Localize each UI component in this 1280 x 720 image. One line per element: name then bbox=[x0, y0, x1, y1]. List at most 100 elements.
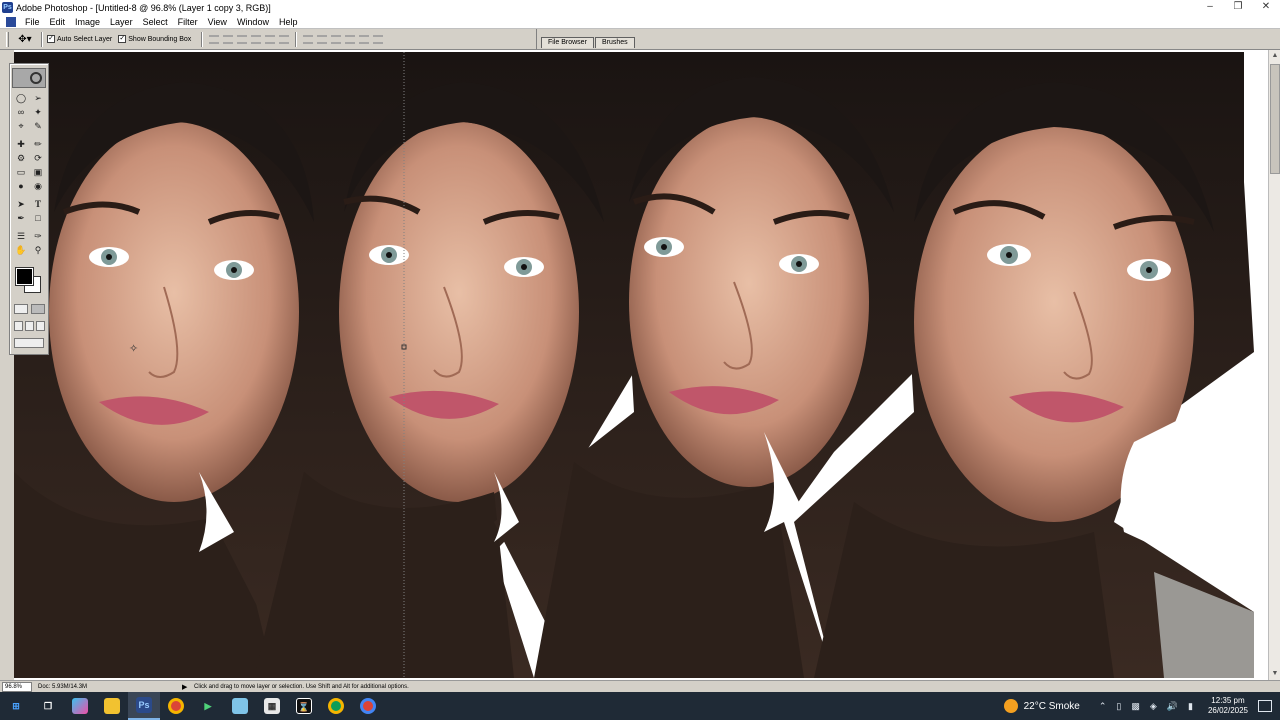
align-right-icon[interactable] bbox=[279, 34, 290, 44]
photoshop-taskbar-icon[interactable]: Ps bbox=[128, 692, 160, 720]
window-title: Adobe Photoshop - [Untitled-8 @ 96.8% (L… bbox=[16, 2, 271, 13]
hand-icon[interactable]: ✋ bbox=[14, 244, 28, 257]
menu-edit[interactable]: Edit bbox=[45, 17, 71, 27]
gradient-icon[interactable]: ▣ bbox=[31, 166, 45, 179]
distribute-right-icon[interactable] bbox=[373, 34, 384, 44]
weather-sun-icon bbox=[1003, 699, 1018, 713]
battery-level-icon[interactable]: ▮ bbox=[1188, 701, 1193, 712]
zoom-icon[interactable]: ⚲ bbox=[31, 244, 45, 257]
clone-stamp-icon[interactable]: ⚙ bbox=[14, 152, 28, 165]
pen-icon[interactable]: ✒ bbox=[14, 212, 28, 225]
chrome-icon[interactable] bbox=[160, 692, 192, 720]
align-bottom-icon[interactable] bbox=[237, 34, 248, 44]
move-tool-icon[interactable]: ✥▾ bbox=[13, 32, 37, 46]
standard-mode-icon[interactable] bbox=[14, 304, 28, 314]
network-icon[interactable]: ▩ bbox=[1131, 701, 1140, 712]
slice-icon[interactable]: ✎ bbox=[31, 120, 45, 133]
chrome-icon[interactable] bbox=[320, 692, 352, 720]
divider bbox=[201, 31, 204, 47]
screen-mode-full-icon[interactable] bbox=[36, 321, 45, 331]
menu-file[interactable]: File bbox=[20, 17, 45, 27]
menu-help[interactable]: Help bbox=[274, 17, 303, 27]
scroll-down-icon[interactable]: ▼ bbox=[1269, 668, 1280, 680]
align-hcenter-icon[interactable] bbox=[265, 34, 276, 44]
distribute-hcenter-icon[interactable] bbox=[359, 34, 370, 44]
capcut-icon[interactable]: ⌛ bbox=[288, 692, 320, 720]
calculator-icon[interactable]: ▦ bbox=[256, 692, 288, 720]
menu-image[interactable]: Image bbox=[70, 17, 105, 27]
type-icon[interactable]: T bbox=[31, 198, 45, 211]
distribute-vcenter-icon[interactable] bbox=[317, 34, 328, 44]
media-player-icon[interactable]: ▶ bbox=[192, 692, 224, 720]
notification-icon[interactable] bbox=[1258, 700, 1272, 712]
lasso-icon[interactable]: ∞ bbox=[14, 106, 28, 119]
photoshop-icon: Ps bbox=[2, 2, 13, 13]
status-menu-arrow-icon[interactable]: ▶ bbox=[182, 683, 190, 691]
eraser-icon[interactable]: ▭ bbox=[14, 166, 28, 179]
align-top-icon[interactable] bbox=[209, 34, 220, 44]
palette-well: File Browser Brushes bbox=[536, 29, 1280, 50]
distribute-top-icon[interactable] bbox=[303, 34, 314, 44]
portrait-photo-icon[interactable]: ✧ bbox=[14, 52, 1254, 678]
screen-mode-full-menu-icon[interactable] bbox=[25, 321, 34, 331]
distribute-left-icon[interactable] bbox=[345, 34, 356, 44]
menu-layer[interactable]: Layer bbox=[105, 17, 138, 27]
magic-wand-icon[interactable]: ✦ bbox=[31, 106, 45, 119]
zoom-level-field[interactable]: 96.8% bbox=[2, 681, 32, 692]
brush-icon[interactable]: ✏ bbox=[31, 138, 45, 151]
menu-select[interactable]: Select bbox=[138, 17, 173, 27]
screen-mode-standard-icon[interactable] bbox=[14, 321, 23, 331]
crop-icon[interactable]: ⌖ bbox=[14, 120, 28, 133]
show-bounding-box-checkbox[interactable]: ✓ Show Bounding Box bbox=[118, 35, 191, 43]
document-menu-icon[interactable] bbox=[6, 16, 16, 27]
chrome-icon[interactable] bbox=[352, 692, 384, 720]
task-view-icon[interactable]: ❐ bbox=[32, 692, 64, 720]
distribute-bottom-icon[interactable] bbox=[331, 34, 342, 44]
align-vcenter-icon[interactable] bbox=[223, 34, 234, 44]
menu-view[interactable]: View bbox=[203, 17, 232, 27]
blur-icon[interactable]: ● bbox=[14, 180, 28, 193]
battery-icon[interactable]: ▯ bbox=[1116, 701, 1121, 712]
weather-widget[interactable]: 22°C Smoke bbox=[1003, 699, 1080, 713]
eyedropper-icon[interactable]: ✑ bbox=[31, 230, 45, 243]
minimize-icon[interactable]: – bbox=[1196, 0, 1224, 15]
copilot-icon[interactable] bbox=[64, 692, 96, 720]
checkbox-box[interactable]: ✓ bbox=[118, 35, 127, 43]
auto-select-layer-checkbox[interactable]: ✓ Auto Select Layer bbox=[47, 35, 112, 43]
photoshop-logo-icon[interactable] bbox=[12, 68, 46, 88]
tab-brushes[interactable]: Brushes bbox=[595, 37, 635, 48]
tab-file-browser[interactable]: File Browser bbox=[541, 37, 594, 48]
divider bbox=[295, 31, 298, 47]
foreground-color-swatch[interactable] bbox=[15, 267, 34, 286]
close-icon[interactable]: ✕ bbox=[1252, 0, 1280, 15]
menu-window[interactable]: Window bbox=[232, 17, 274, 27]
scroll-up-icon[interactable]: ▲ bbox=[1269, 50, 1280, 62]
notes-icon[interactable]: ☰ bbox=[14, 230, 28, 243]
checkbox-box[interactable]: ✓ bbox=[47, 35, 55, 43]
chevron-up-icon[interactable]: ⌃ bbox=[1099, 701, 1107, 712]
document-size-info[interactable]: Doc: 5.93M/14.3M bbox=[38, 684, 178, 690]
clock[interactable]: 12:35 pm 26/02/2025 bbox=[1208, 696, 1248, 716]
path-selection-icon[interactable]: ➤ bbox=[14, 198, 28, 211]
windows-start-icon[interactable]: ⊞ bbox=[0, 692, 32, 720]
notepad-icon[interactable] bbox=[224, 692, 256, 720]
jump-to-imageready-icon[interactable] bbox=[14, 338, 44, 348]
move-icon[interactable]: ➢ bbox=[31, 92, 45, 105]
quick-mask-icon[interactable] bbox=[31, 304, 45, 314]
healing-brush-icon[interactable]: ✚ bbox=[14, 138, 28, 151]
scroll-thumb[interactable] bbox=[1270, 64, 1280, 174]
menu-filter[interactable]: Filter bbox=[173, 17, 203, 27]
file-explorer-icon[interactable] bbox=[96, 692, 128, 720]
document-canvas[interactable]: ✧ bbox=[0, 50, 1268, 680]
title-bar: Ps Adobe Photoshop - [Untitled-8 @ 96.8%… bbox=[0, 0, 1280, 15]
dodge-icon[interactable]: ◉ bbox=[31, 180, 45, 193]
options-grip[interactable] bbox=[6, 31, 9, 47]
vertical-scrollbar[interactable]: ▲ ▼ bbox=[1268, 50, 1280, 680]
marquee-icon[interactable]: ◯ bbox=[14, 92, 28, 105]
align-left-icon[interactable] bbox=[251, 34, 262, 44]
volume-icon[interactable]: 🔊 bbox=[1167, 701, 1178, 712]
shape-icon[interactable]: □ bbox=[31, 212, 45, 225]
wifi-icon[interactable]: ◈ bbox=[1150, 701, 1157, 712]
maximize-icon[interactable]: ❐ bbox=[1224, 0, 1252, 15]
history-brush-icon[interactable]: ⟳ bbox=[31, 152, 45, 165]
